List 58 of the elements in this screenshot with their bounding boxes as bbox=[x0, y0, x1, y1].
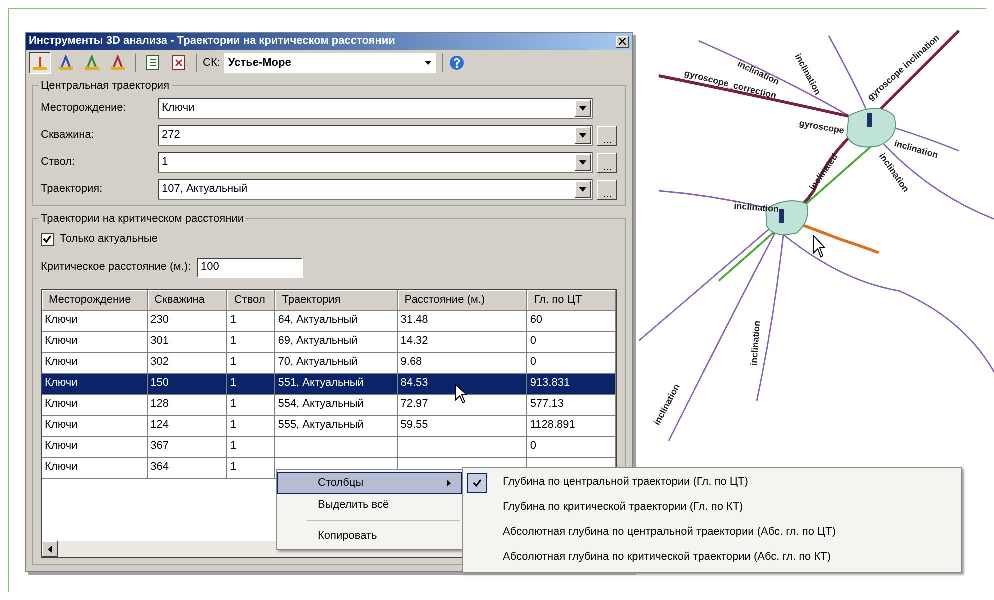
field-label: Траектория: bbox=[41, 182, 104, 198]
table-cell-text: 72.97 bbox=[400, 397, 428, 412]
table-cell-text: Ключи bbox=[45, 397, 78, 412]
table-cell-text: 9.68 bbox=[400, 355, 422, 370]
cs-label: СК: bbox=[203, 56, 220, 71]
table-cell-text: 124 bbox=[150, 418, 169, 434]
table-cell-text: 59.55 bbox=[400, 418, 428, 434]
table-cell-text: 60 bbox=[530, 313, 543, 328]
table-cell-text: Ключи bbox=[45, 439, 78, 454]
table-cell-text: 1 bbox=[230, 418, 236, 434]
group-title: Траектории на критическом расстоянии bbox=[39, 211, 246, 228]
table-cell-text: 69, Актуальный bbox=[278, 334, 358, 350]
table-cell-text: 230 bbox=[150, 313, 169, 328]
table-cell-text: 367 bbox=[150, 439, 169, 454]
table-cell-text: 1 bbox=[230, 355, 236, 370]
cs-value: Устье-Море bbox=[227, 56, 292, 71]
group-title: Центральная траектория bbox=[39, 78, 172, 94]
table-cell-text: 31.48 bbox=[400, 313, 428, 328]
table-cell-text: Ключи bbox=[45, 418, 78, 434]
table-cell-text: 150 bbox=[150, 376, 169, 392]
table-cell-text: Ключи bbox=[45, 355, 78, 370]
table-cell-text: 1 bbox=[230, 439, 236, 454]
table-cell-text: 0 bbox=[530, 439, 536, 454]
checkbox-label: Только актуальные bbox=[60, 232, 158, 247]
table-cell-text: 14.32 bbox=[400, 334, 428, 350]
table-cell-text: 913.831 bbox=[530, 376, 570, 392]
table-cell-text: Ключи bbox=[45, 376, 78, 392]
table-cell-text: 128 bbox=[150, 397, 169, 412]
combo-value: Ключи bbox=[161, 101, 196, 116]
table-cell-text: 1 bbox=[230, 376, 236, 392]
field-label: Критическое расстояние (м.): bbox=[41, 260, 192, 276]
combo-value: 272 bbox=[161, 128, 182, 144]
table-cell-text: 1 bbox=[230, 460, 236, 476]
table-cell-text: 302 bbox=[150, 355, 169, 370]
table-cell-text: 551, Актуальный bbox=[278, 376, 364, 392]
table-cell-text: 70, Актуальный bbox=[278, 355, 358, 370]
table-cell-text: 84.53 bbox=[400, 376, 428, 392]
table-cell-text: 1128.891 bbox=[530, 418, 576, 434]
table-cell-text: 555, Актуальный bbox=[278, 418, 364, 434]
table-cell-text: 301 bbox=[150, 334, 169, 350]
table-cell-text: 1 bbox=[230, 313, 236, 328]
table-cell-text: Ключи bbox=[45, 334, 78, 350]
table-cell-text: 364 bbox=[150, 460, 169, 476]
table-cell-text: 0 bbox=[530, 355, 536, 370]
field-label: Ствол: bbox=[41, 155, 76, 170]
table-cell-text: 0 bbox=[530, 334, 536, 350]
table-cell-text: 554, Актуальный bbox=[278, 397, 364, 412]
table-cell-text: 577.13 bbox=[530, 397, 564, 412]
field-label: Месторождение: bbox=[41, 101, 128, 116]
field-label: Скважина: bbox=[41, 128, 96, 144]
combo-value: 107, Актуальный bbox=[161, 182, 249, 198]
window-title: Инструменты 3D анализа - Траектории на критическом расстоянии bbox=[29, 34, 396, 50]
table-cell-text: Ключи bbox=[45, 460, 78, 476]
table-cell-text: Ключи bbox=[45, 313, 78, 328]
table-cell-text: 64, Актуальный bbox=[278, 313, 358, 328]
table-cell-text: 1 bbox=[230, 397, 236, 412]
combo-value: 1 bbox=[161, 155, 170, 170]
table-cell-text: 1 bbox=[230, 334, 236, 350]
